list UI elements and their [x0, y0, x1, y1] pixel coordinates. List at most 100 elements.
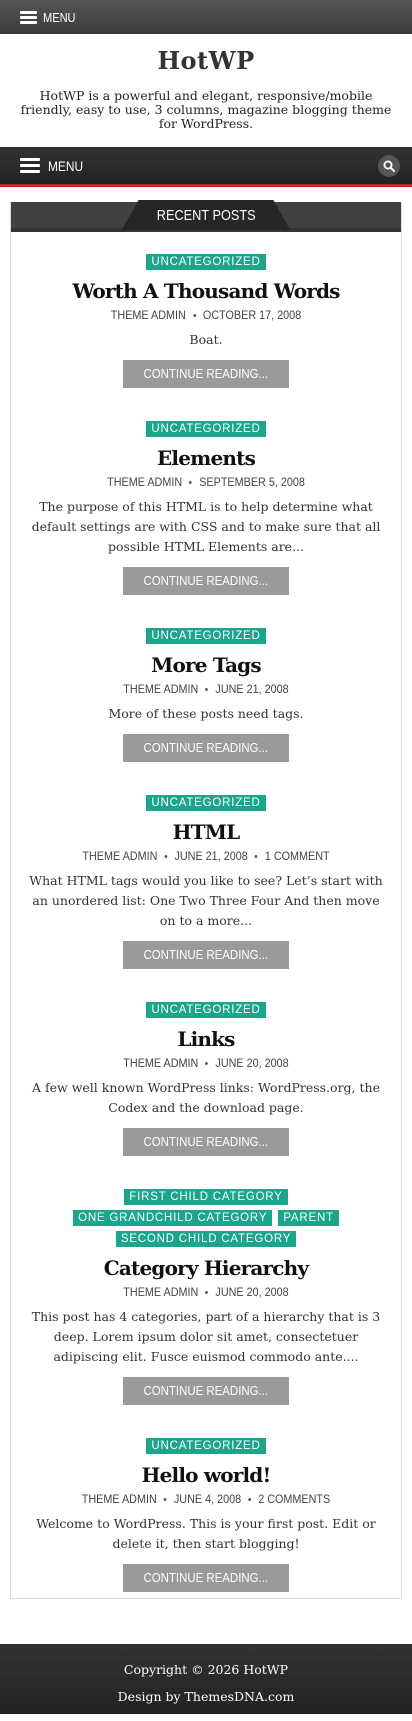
category-badge[interactable]: FIRST CHILD CATEGORY [124, 1189, 288, 1205]
post-excerpt: The purpose of this HTML is to help dete… [31, 499, 381, 554]
category-badge[interactable]: UNCATEGORIZED [146, 628, 266, 644]
main-content: RECENT POSTS UNCATEGORIZED Worth A Thousa… [0, 187, 412, 1644]
search-icon [383, 160, 395, 172]
category-badge[interactable]: UNCATEGORIZED [146, 421, 266, 437]
category-badge[interactable]: UNCATEGORIZED [146, 254, 266, 270]
meta-separator [205, 1290, 209, 1294]
post-excerpt: A few well known WordPress links: WordPr… [32, 1080, 380, 1115]
post-date[interactable]: SEPTEMBER 5, 2008 [199, 475, 305, 489]
post-title[interactable]: HTML [29, 821, 383, 843]
post-categories: UNCATEGORIZED [29, 795, 383, 811]
post-date[interactable]: JUNE 20, 2008 [215, 1285, 288, 1299]
continue-reading-label: CONTINUE READING... [143, 740, 269, 755]
category-badge[interactable]: ONE GRANDCHILD CATEGORY [73, 1210, 273, 1226]
post-title[interactable]: Hello world! [29, 1464, 383, 1486]
search-button[interactable] [378, 154, 400, 177]
main-menu-toggle[interactable]: MENU [20, 158, 89, 174]
meta-separator [193, 313, 196, 317]
category-badge[interactable]: PARENT [278, 1210, 339, 1226]
post-meta: THEME ADMIN JUNE 21, 2008 1 COMMENT [47, 849, 366, 863]
meta-separator [254, 854, 258, 858]
continue-reading-button[interactable]: CONTINUE READING... [123, 1128, 289, 1156]
category-badge[interactable]: UNCATEGORIZED [146, 1002, 266, 1018]
site-title[interactable]: HotWP [0, 46, 412, 75]
meta-separator [205, 1061, 209, 1065]
post-author[interactable]: THEME ADMIN [82, 1492, 157, 1506]
post-meta: THEME ADMIN SEPTEMBER 5, 2008 [47, 475, 366, 489]
continue-reading-label: CONTINUE READING... [143, 1383, 269, 1398]
post-date[interactable]: OCTOBER 17, 2008 [203, 308, 301, 322]
category-badge[interactable]: SECOND CHILD CATEGORY [115, 1231, 297, 1247]
continue-reading-button[interactable]: CONTINUE READING... [123, 360, 289, 388]
widget-title-tab: RECENT POSTS [121, 200, 291, 230]
continue-reading-label: CONTINUE READING... [143, 947, 269, 962]
post-entry: UNCATEGORIZED Worth A Thousand Words THEME… [11, 254, 401, 388]
post-author[interactable]: THEME ADMIN [123, 682, 198, 696]
post-entry: UNCATEGORIZED Hello world! THEME ADMIN JUNE… [11, 1438, 401, 1592]
post-categories: UNCATEGORIZED [29, 628, 383, 644]
post-title[interactable]: Worth A Thousand Words [29, 280, 383, 302]
post-author[interactable]: THEME ADMIN [123, 1285, 198, 1299]
continue-reading-label: CONTINUE READING... [143, 1570, 269, 1585]
meta-separator [189, 480, 193, 484]
post-excerpt: Welcome to WordPress. This is your first… [36, 1516, 376, 1551]
post-entry: UNCATEGORIZED More Tags THEME ADMIN JUNE 21… [11, 628, 401, 762]
site-header: HotWP HotWP is a powerful and elegant, r… [0, 34, 412, 147]
meta-separator [164, 854, 168, 858]
top-menu-label: MENU [43, 9, 76, 25]
post-date[interactable]: JUNE 21, 2008 [174, 849, 247, 863]
post-title[interactable]: Elements [29, 447, 383, 469]
top-bar: MENU [0, 0, 412, 34]
post-title[interactable]: Links [29, 1028, 383, 1050]
post-entry: FIRST CHILD CATEGORY ONE GRANDCHILD CATEG… [11, 1189, 401, 1405]
post-comments[interactable]: 2 COMMENTS [258, 1492, 330, 1506]
main-navigation: MENU [0, 147, 412, 187]
post-excerpt: What HTML tags would you like to see? Le… [29, 873, 383, 928]
post-entry: UNCATEGORIZED Links THEME ADMIN JUNE 20, 20… [11, 1002, 401, 1156]
meta-separator [163, 1497, 167, 1501]
post-comments[interactable]: 1 COMMENT [265, 849, 330, 863]
post-meta: THEME ADMIN OCTOBER 17, 2008 [47, 308, 366, 322]
post-author[interactable]: THEME ADMIN [82, 849, 157, 863]
post-title[interactable]: Category Hierarchy [29, 1257, 383, 1279]
post-entry: UNCATEGORIZED HTML THEME ADMIN JUNE 21, 200… [11, 795, 401, 969]
post-excerpt: Boat. [189, 332, 223, 347]
post-list: UNCATEGORIZED Worth A Thousand Words THEME… [11, 254, 401, 1592]
post-meta: THEME ADMIN JUNE 20, 2008 [47, 1056, 366, 1070]
post-meta: THEME ADMIN JUNE 20, 2008 [47, 1285, 366, 1299]
continue-reading-button[interactable]: CONTINUE READING... [123, 1564, 289, 1592]
post-author[interactable]: THEME ADMIN [111, 308, 186, 322]
post-title[interactable]: More Tags [29, 654, 383, 676]
meta-separator [205, 687, 209, 691]
post-date[interactable]: JUNE 4, 2008 [174, 1492, 241, 1506]
copyright-text: Copyright © 2026 HotWP [123, 1662, 289, 1677]
top-menu-toggle[interactable]: MENU [20, 10, 81, 25]
hamburger-icon [20, 10, 37, 24]
designer-credit[interactable]: Design by ThemesDNA.com [0, 1683, 412, 1710]
continue-reading-button[interactable]: CONTINUE READING... [123, 1377, 289, 1405]
widget-header: RECENT POSTS [11, 200, 401, 232]
meta-separator [248, 1497, 252, 1501]
site-description: HotWP is a powerful and elegant, respons… [20, 88, 392, 131]
continue-reading-button[interactable]: CONTINUE READING... [123, 734, 289, 762]
category-badge[interactable]: UNCATEGORIZED [146, 795, 266, 811]
widget-title: RECENT POSTS [156, 206, 256, 224]
post-meta: THEME ADMIN JUNE 21, 2008 [47, 682, 366, 696]
post-author[interactable]: THEME ADMIN [107, 475, 182, 489]
main-menu-label: MENU [48, 157, 84, 174]
category-badge[interactable]: UNCATEGORIZED [146, 1438, 266, 1454]
post-categories: UNCATEGORIZED [29, 254, 383, 270]
post-date[interactable]: JUNE 21, 2008 [215, 682, 288, 696]
continue-reading-button[interactable]: CONTINUE READING... [123, 941, 289, 969]
post-categories: UNCATEGORIZED [29, 1002, 383, 1018]
site-footer: Copyright © 2026 HotWP Design by ThemesD… [0, 1644, 412, 1714]
post-author[interactable]: THEME ADMIN [123, 1056, 198, 1070]
hamburger-icon [20, 158, 40, 173]
post-entry: UNCATEGORIZED Elements THEME ADMIN SEPTEMBE… [11, 421, 401, 595]
post-categories: UNCATEGORIZED [29, 421, 383, 437]
post-excerpt: This post has 4 categories, part of a hi… [31, 1309, 381, 1364]
continue-reading-label: CONTINUE READING... [143, 573, 269, 588]
post-date[interactable]: JUNE 20, 2008 [215, 1056, 288, 1070]
post-categories: FIRST CHILD CATEGORY ONE GRANDCHILD CATEG… [29, 1189, 383, 1247]
continue-reading-button[interactable]: CONTINUE READING... [123, 567, 289, 595]
